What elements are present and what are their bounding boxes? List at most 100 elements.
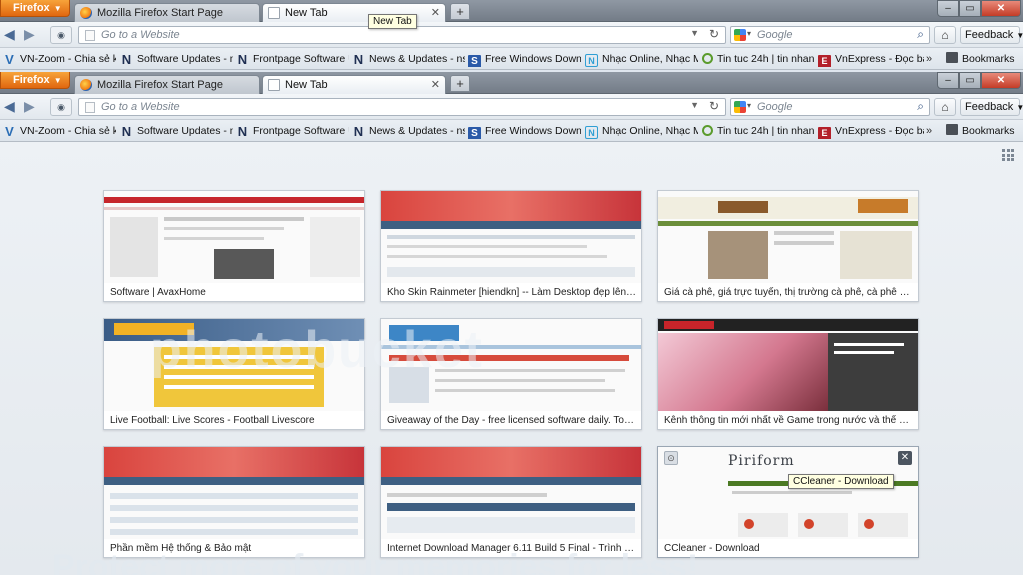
bookmark-item[interactable]: N Frontpage Software U... <box>236 51 349 67</box>
site-thumbnail[interactable]: Internet Download Manager 6.11 Build 5 F… <box>380 446 642 558</box>
chevron-down-icon: ▼ <box>53 76 62 85</box>
new-tab-button[interactable]: + <box>450 3 470 20</box>
search-bar[interactable]: ▾ Google ⌕ <box>730 98 930 116</box>
window-controls: – ▭ ✕ <box>937 0 1021 17</box>
search-engine-dropdown-icon[interactable]: ▾ <box>747 29 751 38</box>
bookmark-item[interactable]: N Nhạc Online, Nhạc M... <box>585 51 698 67</box>
browser-window-duplicate: Firefox ▼ Mozilla Firefox Start Page New … <box>0 0 1023 72</box>
history-dropdown-icon[interactable]: ▼ <box>690 28 699 38</box>
google-icon[interactable] <box>734 29 746 41</box>
feedback-button[interactable]: Feedback ▼ <box>960 26 1023 44</box>
reload-icon[interactable]: ↻ <box>709 27 719 41</box>
tab-label: New Tab <box>285 7 328 19</box>
thumbnail-title: CCleaner - Download <box>664 543 760 554</box>
bookmark-item[interactable]: N News & Updates - nsa... <box>352 123 465 139</box>
bookmark-item[interactable]: V VN-Zoom - Chia sẻ kiế... <box>3 51 116 67</box>
site-thumbnail[interactable]: Software | AvaxHome <box>103 190 365 302</box>
google-icon[interactable] <box>734 101 746 113</box>
tab-label: New Tab <box>285 79 328 91</box>
site-preview-image <box>104 447 364 539</box>
close-window-button[interactable]: ✕ <box>981 0 1021 17</box>
pin-icon[interactable]: ⊙ <box>664 451 678 465</box>
site-identity-icon[interactable]: ◉ <box>50 98 72 116</box>
forward-arrow-icon[interactable]: ▶ <box>24 98 44 116</box>
softpedia-icon: S <box>468 55 481 67</box>
forward-arrow-icon[interactable]: ▶ <box>24 26 44 44</box>
history-dropdown-icon[interactable]: ▼ <box>690 100 699 110</box>
firefox-icon <box>80 79 92 91</box>
site-thumbnail[interactable]: Kho Skin Rainmeter [hiendkn] -- Làm Desk… <box>380 190 642 302</box>
bookmark-label: VnExpress - Đọc báo, ti... <box>835 125 924 137</box>
close-tab-icon[interactable]: ✕ <box>431 78 440 91</box>
grid-toggle-icon[interactable] <box>1002 149 1014 161</box>
navigation-bar: ◀ ▶ ◉ Go to a Website ▼ ↻ ▾ Google ⌕ ⌂ F… <box>0 94 1023 120</box>
site-identity-icon[interactable]: ◉ <box>50 26 72 44</box>
url-bar[interactable]: Go to a Website ▼ ↻ <box>78 98 726 116</box>
bookmarks-overflow-icon[interactable]: » <box>926 51 932 67</box>
bookmark-item[interactable]: N News & Updates - nsa... <box>352 51 465 67</box>
bookmark-item[interactable]: V VN-Zoom - Chia sẻ kiế... <box>3 123 116 139</box>
bookmark-item[interactable]: S Free Windows Downlo... <box>468 123 581 139</box>
thumbnail-title: Internet Download Manager 6.11 Build 5 F… <box>387 543 637 554</box>
bookmark-label: Frontpage Software U... <box>253 53 349 65</box>
tab-new-tab[interactable]: New Tab ✕ <box>262 3 446 22</box>
bookmark-label: News & Updates - nsa... <box>369 53 465 65</box>
thumbnail-title: Kho Skin Rainmeter [hiendkn] -- Làm Desk… <box>387 287 637 298</box>
tab-firefox-start-page[interactable]: Mozilla Firefox Start Page <box>74 3 260 22</box>
bookmarks-menu-button[interactable]: Bookmarks <box>946 51 1015 67</box>
site-thumbnail[interactable]: Phần mềm Hệ thống & Bảo mật <box>103 446 365 558</box>
maximize-button[interactable]: ▭ <box>959 0 981 17</box>
home-icon[interactable]: ⌂ <box>934 26 956 44</box>
bookmarks-menu-button[interactable]: Bookmarks <box>946 123 1015 139</box>
maximize-button[interactable]: ▭ <box>959 72 981 89</box>
firefox-icon <box>80 7 92 19</box>
back-arrow-icon[interactable]: ◀ <box>4 98 24 116</box>
site-thumbnail[interactable]: Kênh thông tin mới nhất về Game trong nư… <box>657 318 919 430</box>
nhacso-icon: N <box>585 54 598 67</box>
bookmark-label: Tin tuc 24h | tin nhanh... <box>717 125 815 137</box>
feedback-label: Feedback <box>965 29 1014 41</box>
close-tab-icon[interactable]: ✕ <box>431 6 440 19</box>
bookmark-item[interactable]: N Software Updates - ns... <box>120 123 233 139</box>
nhacso-icon: N <box>585 126 598 139</box>
tab-firefox-start-page[interactable]: Mozilla Firefox Start Page <box>74 75 260 94</box>
search-engine-dropdown-icon[interactable]: ▾ <box>747 101 751 110</box>
firefox-menu-button[interactable]: Firefox ▼ <box>0 72 70 89</box>
feedback-button[interactable]: Feedback ▼ <box>960 98 1023 116</box>
bookmark-item[interactable]: Tin tuc 24h | tin nhanh... <box>702 51 815 67</box>
site-thumbnail[interactable]: Giá cà phê, giá trực tuyến, thị trường c… <box>657 190 919 302</box>
bookmark-label: Software Updates - ns... <box>137 53 233 65</box>
bookmark-item[interactable]: Tin tuc 24h | tin nhanh... <box>702 123 815 139</box>
search-bar[interactable]: ▾ Google ⌕ <box>730 26 930 44</box>
back-arrow-icon[interactable]: ◀ <box>4 26 24 44</box>
bookmark-item[interactable]: N Software Updates - ns... <box>120 51 233 67</box>
bookmark-item[interactable]: N Nhạc Online, Nhạc M... <box>585 123 698 139</box>
close-window-button[interactable]: ✕ <box>981 72 1021 89</box>
bookmark-label: VnExpress - Đọc báo, ti... <box>835 53 924 65</box>
bookmark-item[interactable]: E VnExpress - Đọc báo, ti... <box>818 123 924 139</box>
remove-thumbnail-icon[interactable]: ✕ <box>898 451 912 465</box>
site-thumbnail[interactable]: Giveaway of the Day - free licensed soft… <box>380 318 642 430</box>
bookmark-item[interactable]: S Free Windows Downlo... <box>468 51 581 67</box>
bookmark-item[interactable]: N Frontpage Software U... <box>236 123 349 139</box>
bookmarks-folder-icon <box>946 52 958 63</box>
search-icon[interactable]: ⌕ <box>917 27 924 42</box>
minimize-button[interactable]: – <box>937 0 959 17</box>
reload-icon[interactable]: ↻ <box>709 99 719 113</box>
new-tab-button[interactable]: + <box>450 75 470 92</box>
site-thumbnail[interactable]: Live Football: Live Scores - Football Li… <box>103 318 365 430</box>
bookmark-item[interactable]: E VnExpress - Đọc báo, ti... <box>818 51 924 67</box>
tin-tuc-icon <box>702 125 713 136</box>
thumbnail-title: Software | AvaxHome <box>110 287 206 298</box>
bookmark-label: Nhạc Online, Nhạc M... <box>602 53 698 65</box>
firefox-menu-button[interactable]: Firefox ▼ <box>0 0 70 17</box>
tab-new-tab[interactable]: New Tab ✕ <box>262 75 446 94</box>
search-icon[interactable]: ⌕ <box>917 99 924 114</box>
minimize-button[interactable]: – <box>937 72 959 89</box>
home-icon[interactable]: ⌂ <box>934 98 956 116</box>
site-preview-image <box>381 319 641 411</box>
bookmarks-overflow-icon[interactable]: » <box>926 123 932 139</box>
vnzoom-icon: V <box>5 52 14 67</box>
thumbnail-title: Phần mềm Hệ thống & Bảo mật <box>110 543 252 554</box>
site-thumbnail[interactable]: Piriform ⊙ ✕ CCleaner - Download <box>657 446 919 558</box>
